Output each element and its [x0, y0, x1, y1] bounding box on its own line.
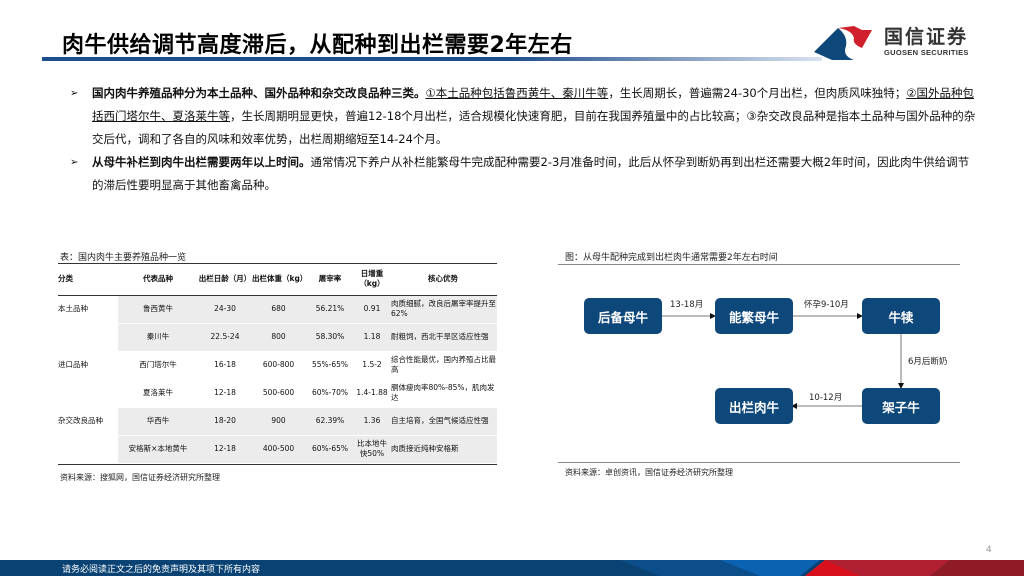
table-cell: 900	[252, 407, 305, 436]
edge-label: 6月后断奶	[908, 357, 948, 367]
divider	[558, 462, 960, 463]
table-caption: 表：国内肉牛主要养殖品种一览	[60, 253, 187, 263]
logo-text-en: GUOSEN SECURITIES	[884, 48, 969, 57]
logo-text-cn: 国信证券	[884, 26, 969, 48]
table-row: 本土品种 鲁西黄牛 24-30 680 56.21% 0.91 肉质细腻，改良后屠宰率提升至…	[58, 295, 497, 324]
table-source: 资料来源：搜狐网，国信证券经济研究所整理	[60, 473, 220, 482]
table-cell: 62.39%	[305, 407, 355, 436]
flow-arrows	[661, 313, 904, 409]
node-breeding-cow: 能繁母牛	[715, 298, 793, 334]
table-cell: 55%-65%	[305, 351, 355, 380]
column-header: 分类	[58, 264, 118, 296]
table-cell: 耐粗饲，西北干旱区适应性强	[389, 323, 497, 352]
column-header: 屠宰率	[305, 264, 355, 296]
table-cell: 24-30	[198, 295, 252, 324]
column-header: 日增重（kg）	[355, 264, 389, 296]
diagram-caption: 图：从母牛配种完成到出栏肉牛通常需要2年左右时间	[565, 253, 778, 263]
bullet-underlined: ①本土品种包括鲁西黄牛、秦川牛等	[425, 86, 609, 100]
table-cell: 胴体瘦肉率80%-85%，肌肉发达	[389, 379, 497, 408]
table-cell: 1.5-2	[355, 351, 389, 380]
bullet-text: ，生长周期长，普遍需24-30个月出栏，但肉质风味独特；	[608, 86, 907, 100]
table-cell: 16-18	[198, 351, 252, 380]
table-cell: 自主培育，全国气候适应性强	[389, 407, 497, 436]
bullet-bold: 国内肉牛养殖品种分为本土品种、国外品种和杂交改良品种三类。	[92, 86, 426, 100]
breeds-table: 分类 代表品种 出栏日龄（月） 出栏体重（kg） 屠宰率 日增重（kg） 核心优势 本土品种…	[58, 263, 497, 465]
table-cell: 18-20	[198, 407, 252, 436]
table-cell	[58, 323, 118, 352]
arrow-bullet-icon: ➢	[70, 88, 79, 99]
bullet-item: ➢ 国内肉牛养殖品种分为本土品种、国外品种和杂交改良品种三类。①本土品种包括鲁西…	[70, 82, 980, 151]
table-cell: 进口品种	[58, 351, 118, 380]
table-cell: 1.18	[355, 323, 389, 352]
column-header: 出栏体重（kg）	[252, 264, 307, 296]
bullet-bold: 从母牛补栏到肉牛出栏需要两年以上时间。	[92, 155, 311, 169]
node-reserve-cow: 后备母牛	[584, 298, 662, 334]
table-cell: 22.5-24	[198, 323, 252, 352]
table-cell: 比本地牛快50%	[355, 435, 389, 464]
bullet-list: ➢ 国内肉牛养殖品种分为本土品种、国外品种和杂交改良品种三类。①本土品种包括鲁西…	[70, 82, 980, 197]
edge-label: 13-18月	[670, 300, 704, 310]
table-cell: 肉质细腻，改良后屠宰率提升至62%	[389, 295, 497, 324]
table-cell: 680	[252, 295, 305, 324]
table-cell: 12-18	[198, 379, 252, 408]
table-cell	[58, 435, 118, 464]
table-cell: 西门塔尔牛	[118, 351, 198, 380]
node-feeder-cattle: 架子牛	[862, 388, 940, 424]
table-cell: 12-18	[198, 435, 252, 464]
table-cell: 60%-65%	[305, 435, 355, 464]
node-slaughter-cattle: 出栏肉牛	[715, 388, 793, 424]
title-underline	[42, 57, 822, 61]
table-cell: 肉质接近纯种安格斯	[389, 435, 497, 464]
page-title: 肉牛供给调节高度滞后，从配种到出栏需要2年左右	[62, 33, 573, 58]
table-cell: 56.21%	[305, 295, 355, 324]
table-row: 杂交改良品种 华西牛 18-20 900 62.39% 1.36 自主培育，全国气候适应性强	[58, 407, 497, 436]
table-cell: 综合性能最优，国内养殖占比最高	[389, 351, 497, 380]
table-cell: 1.36	[355, 407, 389, 436]
table-cell: 安格斯×本地黄牛	[118, 435, 198, 464]
table-cell: 800	[252, 323, 305, 352]
table-cell: 鲁西黄牛	[118, 295, 198, 324]
table-cell: 本土品种	[58, 295, 118, 324]
edge-label: 10-12月	[809, 393, 843, 403]
table-row: 夏洛莱牛 12-18 500-600 60%-70% 1.4-1.88 胴体瘦肉率80%-…	[58, 379, 497, 408]
table-cell: 400-500	[252, 435, 305, 464]
column-header: 出栏日龄（月）	[198, 264, 252, 296]
table-header-row: 分类 代表品种 出栏日龄（月） 出栏体重（kg） 屠宰率 日增重（kg） 核心优势	[58, 264, 497, 296]
page-number: 4	[986, 545, 992, 555]
table-cell: 杂交改良品种	[58, 407, 118, 436]
table-cell	[58, 379, 118, 408]
column-header: 核心优势	[389, 264, 497, 296]
guosen-logo: 国信证券 GUOSEN SECURITIES	[812, 22, 1012, 62]
table-cell: 500-600	[252, 379, 305, 408]
table-cell: 60%-70%	[305, 379, 355, 408]
table-cell: 58.30%	[305, 323, 355, 352]
footer-disclaimer: 请务必阅读正文之后的免责声明及其项下所有内容	[62, 565, 261, 575]
table-cell: 1.4-1.88	[355, 379, 389, 408]
table-cell: 600-800	[252, 351, 305, 380]
edge-label: 怀孕9-10月	[804, 300, 849, 310]
table-row: 秦川牛 22.5-24 800 58.30% 1.18 耐粗饲，西北干旱区适应性强	[58, 323, 497, 352]
diagram-source: 资料来源：卓创资讯，国信证券经济研究所整理	[565, 468, 733, 477]
table-row: 安格斯×本地黄牛 12-18 400-500 60%-65% 比本地牛快50% 肉质接近纯…	[58, 435, 497, 464]
column-header: 代表品种	[118, 264, 198, 296]
table-cell: 夏洛莱牛	[118, 379, 198, 408]
logo-mark-icon	[814, 26, 872, 60]
table-row: 进口品种 西门塔尔牛 16-18 600-800 55%-65% 1.5-2 综合性能最优，…	[58, 351, 497, 380]
table-cell: 0.91	[355, 295, 389, 324]
table-cell: 秦川牛	[118, 323, 198, 352]
table-cell: 华西牛	[118, 407, 198, 436]
bullet-item: ➢ 从母牛补栏到肉牛出栏需要两年以上时间。通常情况下养户从补栏能繁母牛完成配种需…	[70, 151, 980, 197]
node-calf: 牛犊	[862, 298, 940, 334]
arrow-bullet-icon: ➢	[70, 157, 79, 168]
